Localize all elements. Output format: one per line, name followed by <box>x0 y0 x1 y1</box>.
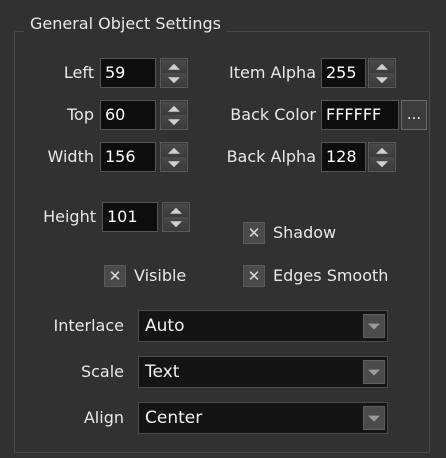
align-select[interactable]: Center <box>138 402 388 434</box>
settings-groupbox <box>14 31 430 453</box>
top-spinner[interactable] <box>160 100 188 130</box>
chevron-down-icon[interactable] <box>363 406 385 430</box>
scale-label: Scale <box>80 362 124 381</box>
item-alpha-spin-down-icon[interactable] <box>370 73 394 86</box>
left-input[interactable]: 59 <box>100 58 156 88</box>
top-label: Top <box>67 105 94 124</box>
shadow-checkbox[interactable]: ✕ <box>243 222 265 244</box>
general-object-settings-panel: General Object Settings Left 59 Top 60 W… <box>0 0 446 458</box>
back-alpha-label: Back Alpha <box>226 147 316 166</box>
item-alpha-spin-up-icon[interactable] <box>370 60 394 73</box>
height-label: Height <box>43 207 96 226</box>
interlace-select[interactable]: Auto <box>138 310 388 342</box>
top-spin-down-icon[interactable] <box>162 115 186 128</box>
width-spinner[interactable] <box>160 142 188 172</box>
shadow-label[interactable]: Shadow <box>273 222 336 244</box>
align-label: Align <box>83 408 124 427</box>
visible-label[interactable]: Visible <box>134 265 186 287</box>
chevron-down-icon[interactable] <box>363 314 385 338</box>
height-spin-up-icon[interactable] <box>164 204 188 217</box>
chevron-down-icon[interactable] <box>363 360 385 384</box>
item-alpha-spinner[interactable] <box>368 58 396 88</box>
item-alpha-label: Item Alpha <box>229 63 316 82</box>
color-picker-button[interactable]: ... <box>401 100 427 130</box>
edges-smooth-checkbox[interactable]: ✕ <box>243 265 265 287</box>
top-input[interactable]: 60 <box>100 100 156 130</box>
back-alpha-spin-up-icon[interactable] <box>370 144 394 157</box>
back-alpha-spin-down-icon[interactable] <box>370 157 394 170</box>
left-spinner[interactable] <box>160 58 188 88</box>
width-spin-up-icon[interactable] <box>162 144 186 157</box>
back-alpha-input[interactable]: 128 <box>321 142 366 172</box>
edges-smooth-label[interactable]: Edges Smooth <box>273 265 388 287</box>
back-alpha-spinner[interactable] <box>368 142 396 172</box>
group-title: General Object Settings <box>24 14 227 33</box>
left-label: Left <box>63 63 94 82</box>
left-spin-down-icon[interactable] <box>162 73 186 86</box>
back-color-label: Back Color <box>230 105 316 124</box>
item-alpha-input[interactable]: 255 <box>321 58 366 88</box>
scale-value: Text <box>145 362 180 382</box>
width-input[interactable]: 156 <box>100 142 156 172</box>
width-spin-down-icon[interactable] <box>162 157 186 170</box>
back-color-input[interactable]: FFFFFF <box>321 100 399 130</box>
interlace-label: Interlace <box>53 316 124 335</box>
height-input[interactable]: 101 <box>102 202 158 232</box>
scale-select[interactable]: Text <box>138 356 388 388</box>
left-spin-up-icon[interactable] <box>162 60 186 73</box>
visible-checkbox[interactable]: ✕ <box>104 265 126 287</box>
top-spin-up-icon[interactable] <box>162 102 186 115</box>
interlace-value: Auto <box>145 316 185 336</box>
height-spinner[interactable] <box>162 202 190 232</box>
height-spin-down-icon[interactable] <box>164 217 188 230</box>
width-label: Width <box>47 147 94 166</box>
align-value: Center <box>145 408 203 428</box>
